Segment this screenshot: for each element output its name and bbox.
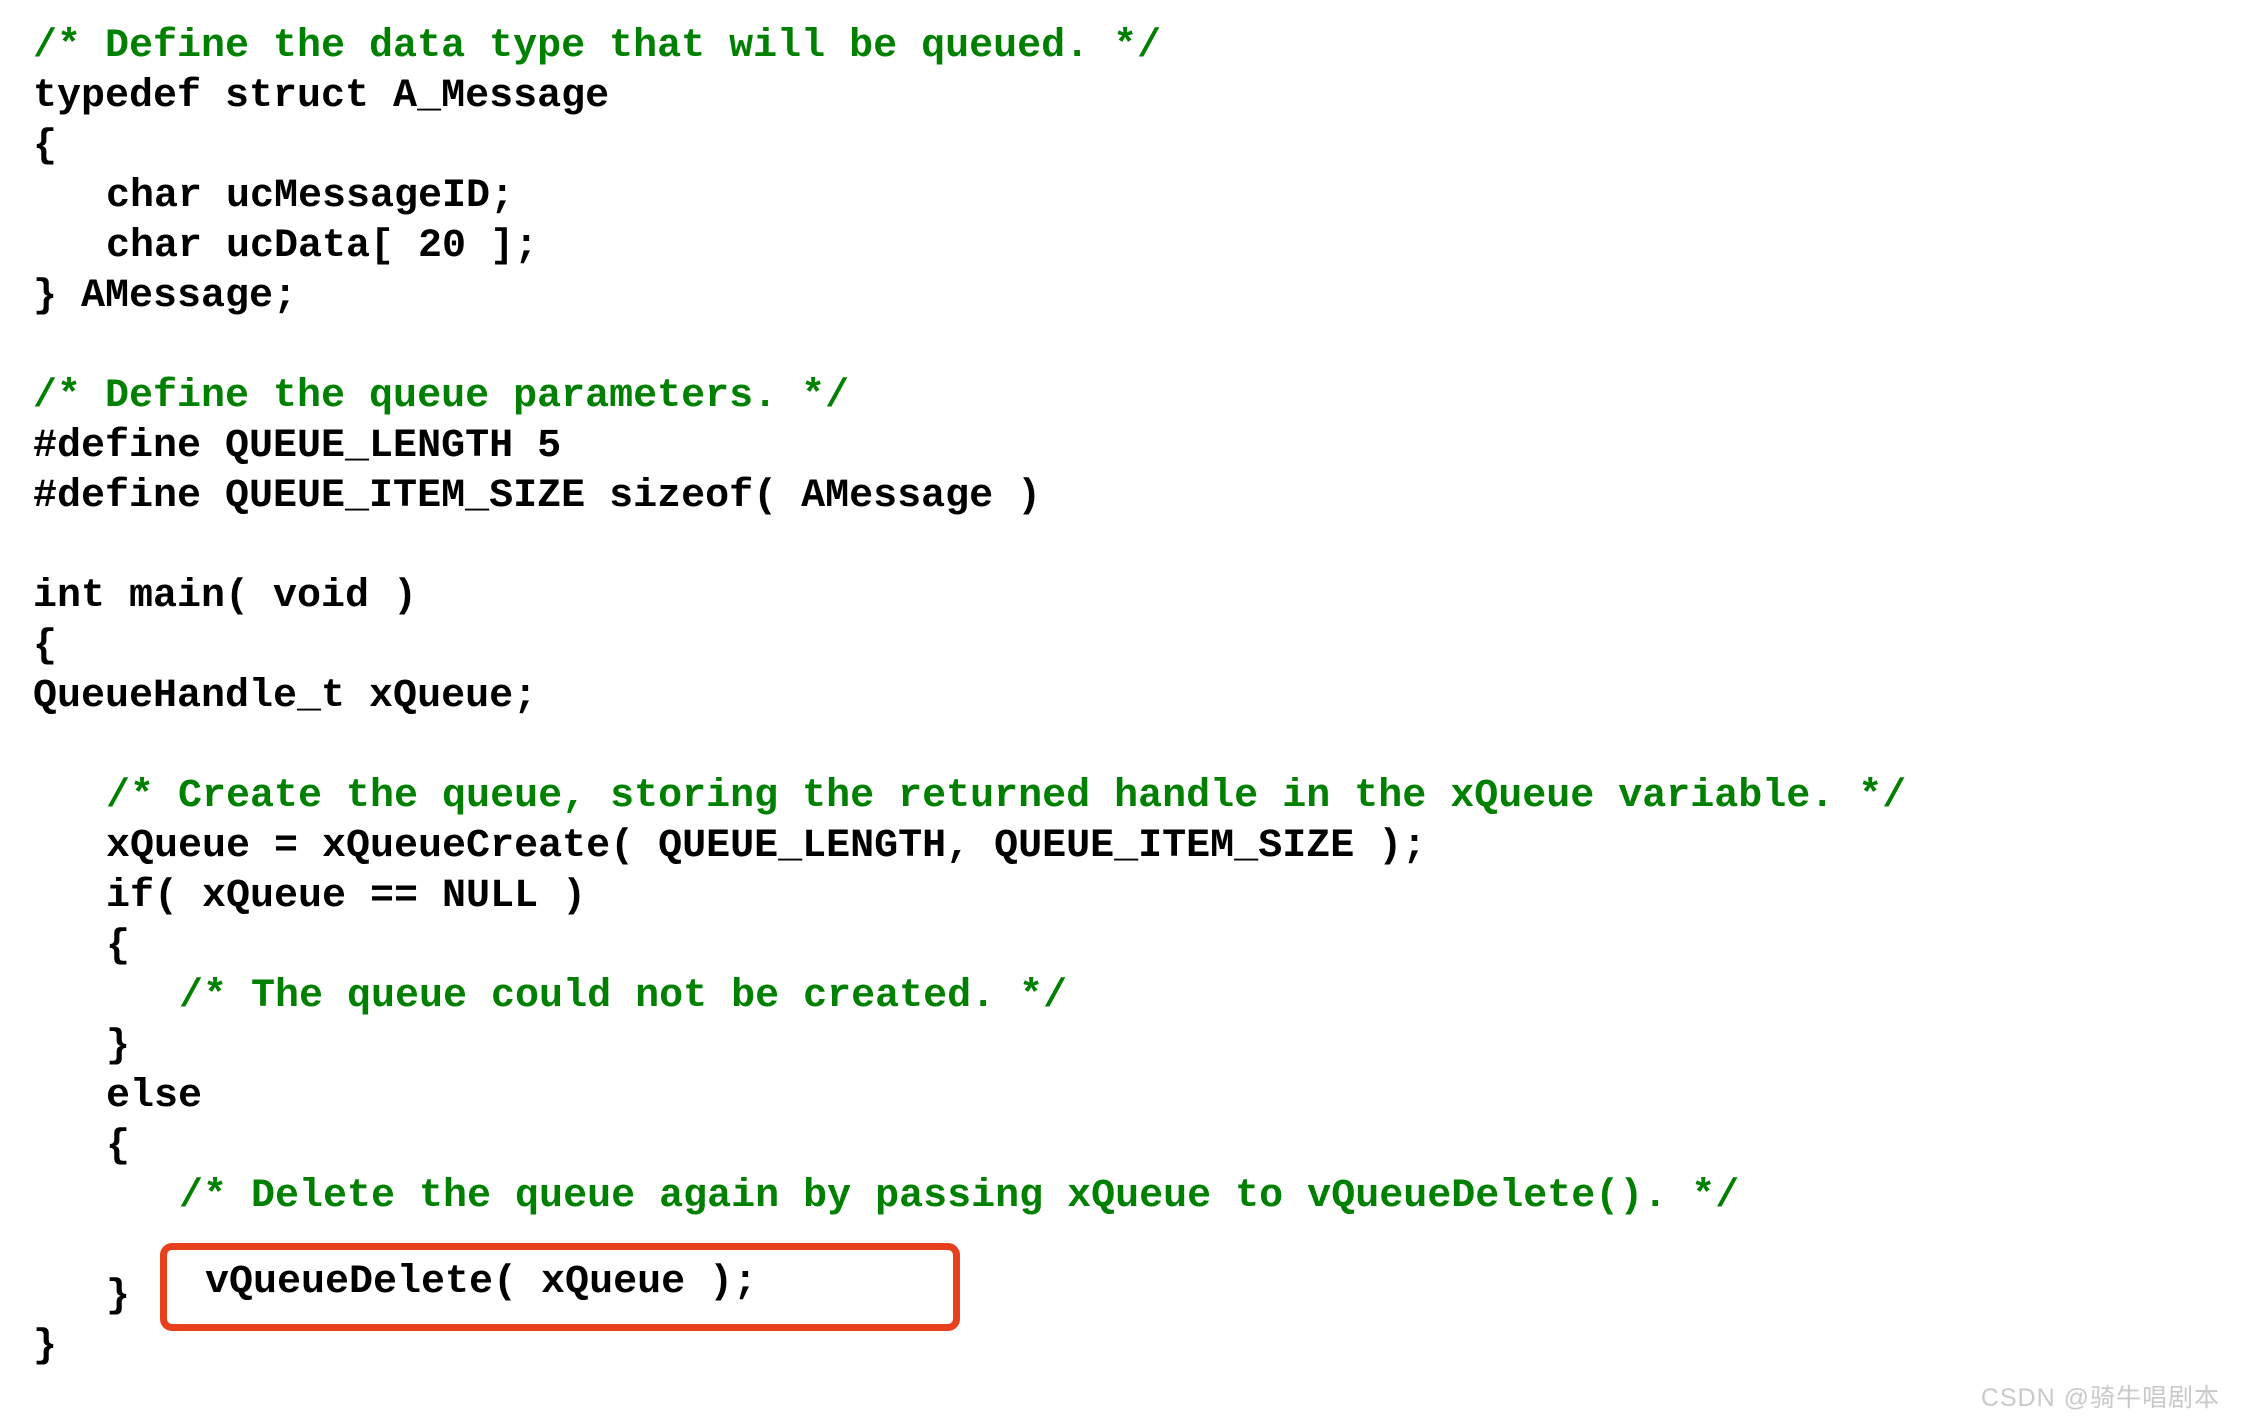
code-line: } AMessage;	[33, 274, 298, 319]
code-line: else	[106, 1074, 203, 1119]
code-line: int main( void )	[33, 574, 418, 619]
code-line: /* Define the queue parameters. */	[33, 374, 850, 419]
code-line: /* The queue could not be created. */	[179, 974, 1068, 1019]
code-line: #define QUEUE_ITEM_SIZE sizeof( AMessage…	[33, 474, 1042, 519]
code-line: char ucData[ 20 ];	[106, 224, 539, 269]
code-line: }	[106, 1274, 131, 1319]
code-line: }	[33, 1324, 58, 1369]
code-line: /* Define the data type that will be que…	[33, 24, 1162, 69]
code-line: {	[106, 1124, 131, 1169]
csdn-watermark: CSDN @骑牛唱剧本	[1980, 1384, 2220, 1412]
code-line: {	[33, 624, 58, 669]
code-line: /* Create the queue, storing the returne…	[106, 774, 1907, 819]
code-line: xQueue = xQueueCreate( QUEUE_LENGTH, QUE…	[106, 824, 1427, 869]
code-line: typedef struct A_Message	[33, 74, 610, 119]
code-line: /* Delete the queue again by passing xQu…	[179, 1174, 1740, 1219]
code-line: QueueHandle_t xQueue;	[33, 674, 538, 719]
code-line: if( xQueue == NULL )	[106, 874, 587, 919]
code-line: {	[106, 924, 131, 969]
code-line: {	[33, 124, 58, 169]
highlighted-code-line: vQueueDelete( xQueue );	[205, 1260, 758, 1305]
code-line: char ucMessageID;	[106, 174, 515, 219]
code-listing: /* Define the data type that will be que…	[0, 0, 2242, 1426]
code-line: }	[106, 1024, 131, 1069]
code-line: #define QUEUE_LENGTH 5	[33, 424, 562, 469]
